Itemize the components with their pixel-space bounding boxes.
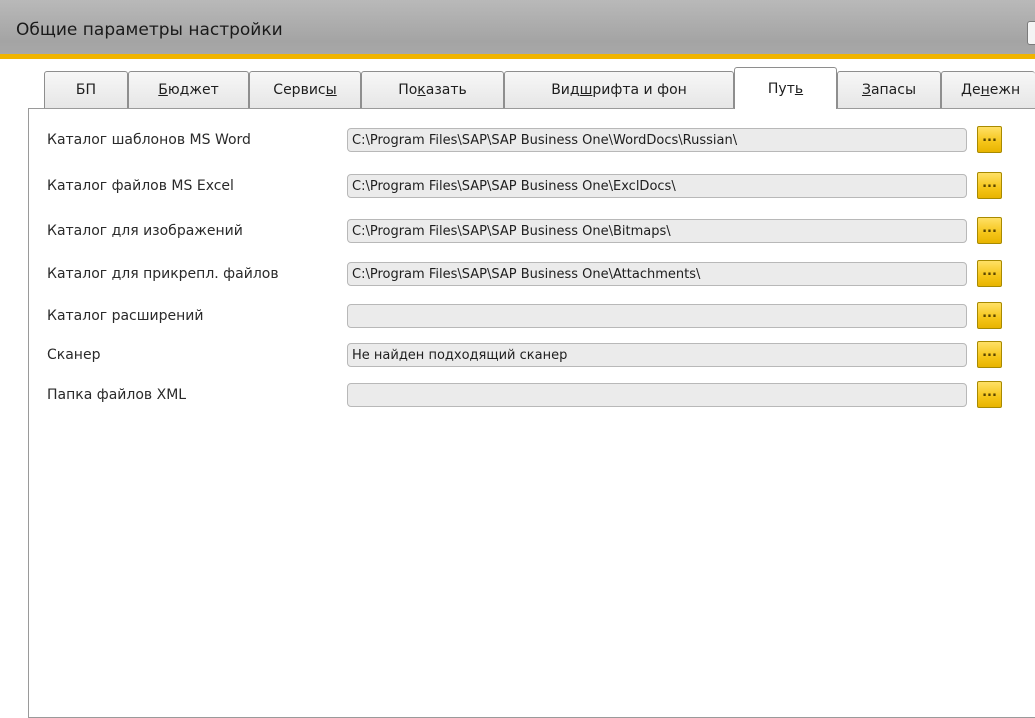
path-settings-panel: Каталог шаблонов MS Word ... Каталог фай… (28, 108, 1035, 718)
tab-cash[interactable]: Де н ежн (941, 71, 1035, 108)
settings-dialog: БП Бюджет Сервис ы По к азать Вид ш рифта и … (0, 59, 1035, 718)
scanner-browse-button[interactable]: ... (977, 341, 1002, 368)
tab-bp[interactable]: БП (44, 71, 128, 108)
scanner-field[interactable] (347, 343, 967, 367)
tab-strip: БП Бюджет Сервис ы По к азать Вид ш рифта и … (0, 59, 1035, 109)
images-path-field[interactable] (347, 219, 967, 243)
excel-files-browse-button[interactable]: ... (977, 172, 1002, 199)
extensions-path-field[interactable] (347, 304, 967, 328)
row-images: Каталог для изображений ... (29, 217, 1035, 247)
attachments-label: Каталог для прикрепл. файлов (47, 266, 279, 282)
excel-files-path-field[interactable] (347, 174, 967, 198)
row-xml-folder: Папка файлов XML ... (29, 381, 1035, 411)
extensions-label: Каталог расширений (47, 308, 204, 324)
tab-font-and-background[interactable]: Вид ш рифта и фон (504, 71, 734, 108)
tab-services[interactable]: Сервис ы (249, 71, 361, 108)
attachments-path-field[interactable] (347, 262, 967, 286)
tab-show[interactable]: По к азать (361, 71, 504, 108)
row-excel-files: Каталог файлов MS Excel ... (29, 172, 1035, 202)
word-templates-path-field[interactable] (347, 128, 967, 152)
row-scanner: Сканер ... (29, 341, 1035, 371)
window-titlebar: Общие параметры настройки (0, 0, 1035, 55)
images-browse-button[interactable]: ... (977, 217, 1002, 244)
window-title: Общие параметры настройки (16, 20, 283, 40)
tab-inventory[interactable]: Запасы (837, 71, 941, 108)
attachments-browse-button[interactable]: ... (977, 260, 1002, 287)
excel-files-label: Каталог файлов MS Excel (47, 178, 234, 194)
scanner-label: Сканер (47, 347, 101, 363)
row-attachments: Каталог для прикрепл. файлов ... (29, 260, 1035, 290)
word-templates-label: Каталог шаблонов MS Word (47, 132, 251, 148)
tab-budget[interactable]: Бюджет (128, 71, 249, 108)
tab-path[interactable]: Пут ь (734, 67, 837, 109)
row-extensions: Каталог расширений ... (29, 302, 1035, 332)
window-control-button[interactable] (1027, 21, 1035, 45)
images-label: Каталог для изображений (47, 223, 243, 239)
xml-folder-label: Папка файлов XML (47, 387, 187, 403)
xml-folder-browse-button[interactable]: ... (977, 381, 1002, 408)
word-templates-browse-button[interactable]: ... (977, 126, 1002, 153)
extensions-browse-button[interactable]: ... (977, 302, 1002, 329)
xml-folder-path-field[interactable] (347, 383, 967, 407)
row-word-templates: Каталог шаблонов MS Word ... (29, 126, 1035, 156)
